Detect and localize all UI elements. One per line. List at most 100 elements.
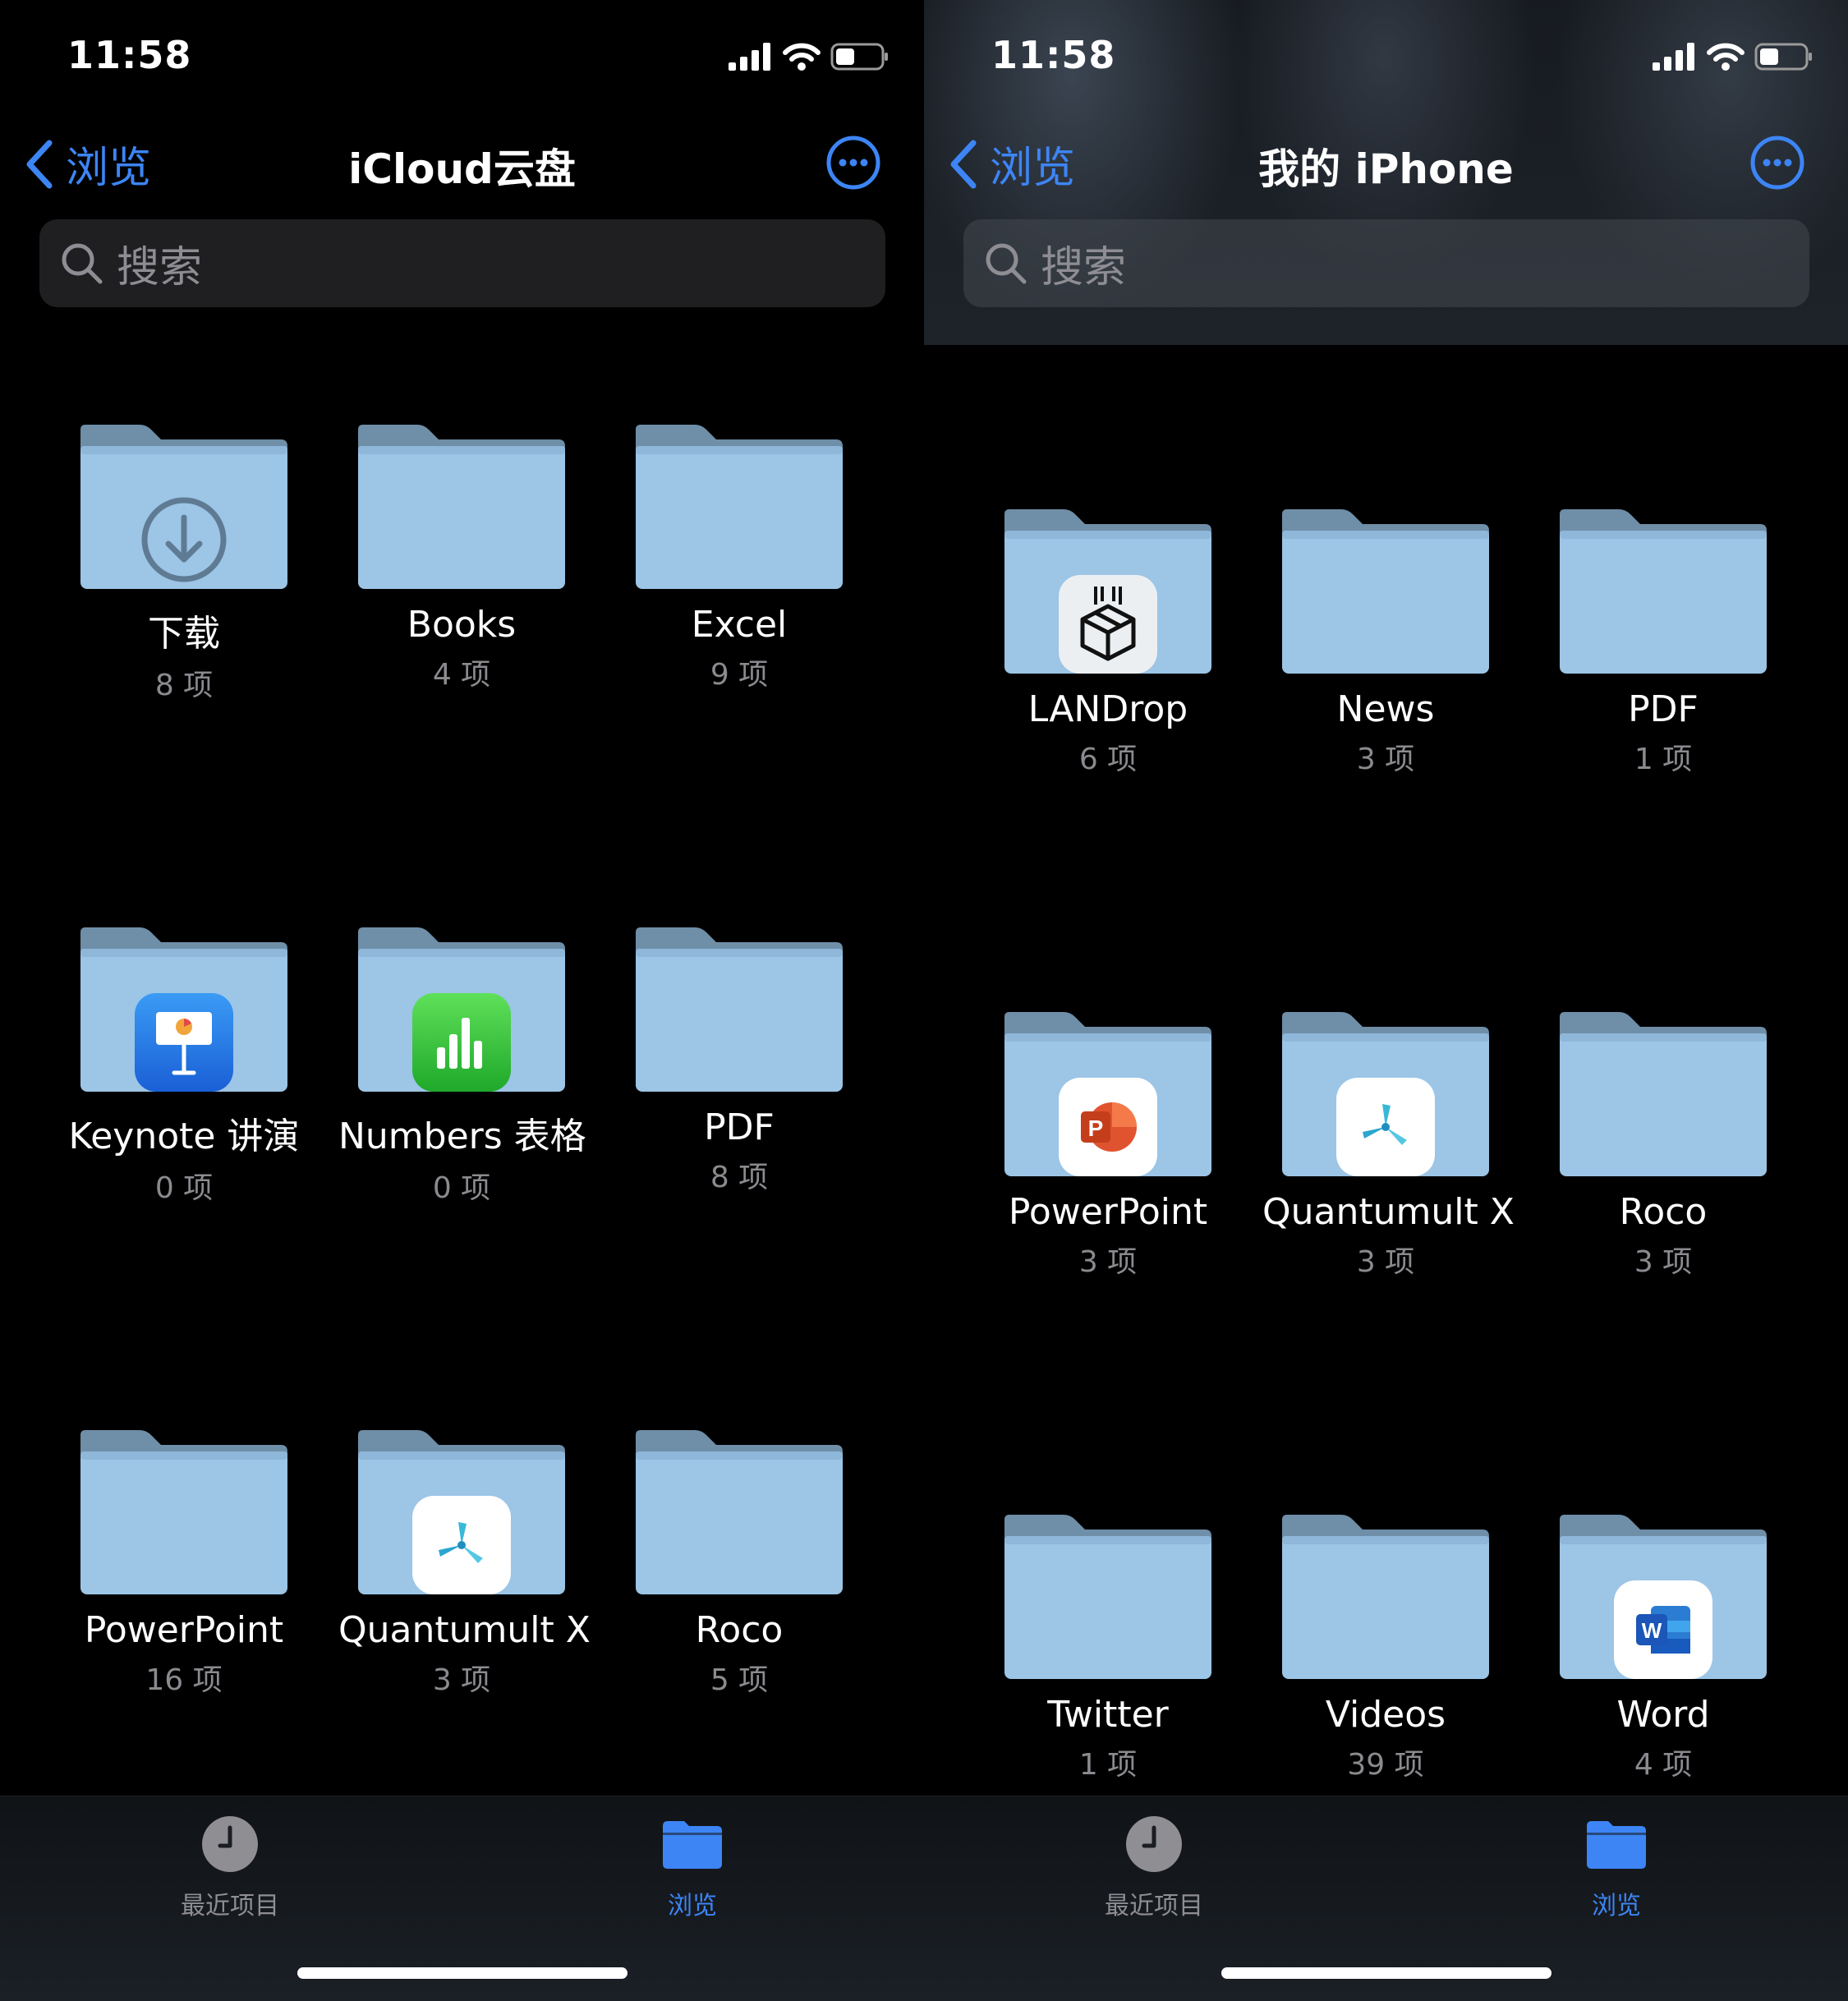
folder-tile[interactable]: PowerPoint 16 项 — [61, 1430, 307, 1699]
folder-item-count: 16 项 — [145, 1663, 223, 1697]
svg-text:W: W — [1642, 1618, 1662, 1643]
folder-tile[interactable]: Excel 9 项 — [616, 425, 862, 693]
folder-name: Videos — [1325, 1694, 1446, 1736]
folder-item-count: 0 项 — [154, 1171, 214, 1205]
folder-item-count: 39 项 — [1347, 1748, 1424, 1782]
folder-icon — [1560, 509, 1767, 674]
folder-tile[interactable]: PDF 1 项 — [1540, 509, 1786, 778]
folder-tile[interactable]: 下载 8 项 — [61, 425, 307, 704]
folder-tile[interactable]: Roco 3 项 — [1540, 1012, 1786, 1281]
folder-tile[interactable]: Videos 39 项 — [1262, 1515, 1509, 1783]
status-time: 11:58 — [991, 33, 1116, 77]
home-indicator — [297, 1967, 627, 1979]
folder-icon — [1004, 1515, 1211, 1679]
folder-icon — [1004, 509, 1211, 674]
page-title: 我的 iPhone — [1258, 145, 1514, 193]
folder-icon — [358, 425, 565, 589]
folder-item-count: 6 项 — [1078, 743, 1138, 776]
folder-tile[interactable]: Twitter 1 项 — [985, 1515, 1231, 1783]
folder-tile[interactable]: Quantumult X 3 项 — [338, 1430, 591, 1699]
download-arrow-icon — [135, 490, 233, 589]
tab-bar: 最近项目 浏览 — [0, 1796, 924, 2001]
folder-tile[interactable]: LANDrop 6 项 — [985, 509, 1231, 778]
tab-recents-label: 最近项目 — [1105, 1892, 1203, 1920]
folder-name: News — [1336, 688, 1435, 730]
folder-fill-icon — [663, 1821, 722, 1869]
quantumult-x-app-icon — [412, 1496, 511, 1594]
folder-tile[interactable]: Roco 5 项 — [616, 1430, 862, 1699]
status-time: 11:58 — [67, 33, 192, 77]
folder-item-count: 3 项 — [1078, 1245, 1138, 1279]
folder-icon — [358, 1430, 565, 1594]
icloud-drive-screen: 11:58 浏览 iCloud云盘 搜索 下载 8 项 Books 4 项 Ex… — [0, 0, 924, 2001]
tab-browse[interactable]: 浏览 — [594, 1815, 791, 1921]
folder-tile[interactable]: Quantumult X 3 项 — [1262, 1012, 1515, 1281]
wifi-icon — [783, 43, 821, 71]
folder-item-count: 3 项 — [1356, 743, 1415, 776]
folder-icon: W — [1560, 1515, 1767, 1679]
folder-item-count: 3 项 — [1356, 1245, 1415, 1279]
folder-item-count: 1 项 — [1634, 743, 1693, 776]
folder-name: PDF — [704, 1106, 775, 1148]
search-placeholder: 搜索 — [117, 243, 203, 292]
search-input[interactable]: 搜索 — [963, 219, 1809, 307]
cellular-signal-icon — [1653, 43, 1694, 71]
tab-browse-label: 浏览 — [668, 1892, 717, 1920]
tab-recents[interactable]: 最近项目 — [131, 1815, 329, 1921]
folder-name: PowerPoint — [1008, 1191, 1208, 1233]
folder-tile[interactable]: Keynote 讲演 0 项 — [61, 927, 307, 1207]
folder-name: Quantumult X — [1262, 1191, 1515, 1233]
folder-item-count: 8 项 — [710, 1161, 769, 1194]
folder-name: 下载 — [148, 613, 220, 655]
search-icon — [986, 243, 1027, 283]
folder-icon — [80, 425, 287, 589]
keynote-app-icon — [135, 993, 233, 1092]
numbers-app-icon — [412, 993, 511, 1092]
svg-text:P: P — [1088, 1116, 1104, 1141]
folder-item-count: 3 项 — [432, 1663, 491, 1697]
folder-name: PowerPoint — [84, 1609, 284, 1651]
folder-tile[interactable]: P PowerPoint 3 项 — [985, 1012, 1231, 1281]
folder-name: Roco — [695, 1609, 784, 1651]
folder-tile[interactable]: PDF 8 项 — [616, 927, 862, 1196]
battery-icon — [1754, 43, 1812, 71]
folder-item-count: 0 项 — [432, 1171, 491, 1205]
folder-item-count: 5 项 — [710, 1663, 769, 1697]
folder-icon — [1560, 1012, 1767, 1176]
powerpoint-app-icon: P — [1059, 1078, 1157, 1176]
landrop-app-icon — [1059, 575, 1157, 674]
folder-name: LANDrop — [1027, 688, 1188, 730]
wifi-icon — [1707, 43, 1745, 71]
tab-recents[interactable]: 最近项目 — [1055, 1815, 1253, 1921]
tab-bar: 最近项目 浏览 — [924, 1796, 1848, 2001]
folder-name: Twitter — [1047, 1694, 1169, 1736]
search-input[interactable]: 搜索 — [39, 219, 885, 307]
folder-name: Keynote 讲演 — [68, 1116, 300, 1157]
folder-icon — [80, 1430, 287, 1594]
more-options-button[interactable] — [1749, 135, 1805, 194]
tab-browse[interactable]: 浏览 — [1518, 1815, 1715, 1921]
tab-browse-label: 浏览 — [1592, 1892, 1641, 1920]
folder-tile[interactable]: Books 4 项 — [338, 425, 585, 693]
folder-tile[interactable]: News 3 项 — [1262, 509, 1509, 778]
folder-name: Word — [1616, 1694, 1710, 1736]
more-options-button[interactable] — [825, 135, 881, 194]
folder-name: Roco — [1619, 1191, 1708, 1233]
folder-icon — [636, 425, 843, 589]
page-title: iCloud云盘 — [348, 145, 576, 193]
folder-name: PDF — [1628, 688, 1699, 730]
clock-icon — [1126, 1816, 1182, 1872]
folder-icon — [80, 927, 287, 1092]
search-placeholder: 搜索 — [1041, 243, 1127, 292]
folder-icon — [636, 927, 843, 1092]
folder-item-count: 9 项 — [710, 658, 769, 692]
word-app-icon: W — [1614, 1580, 1712, 1679]
folder-item-count: 3 项 — [1634, 1245, 1693, 1279]
folder-tile[interactable]: W Word 4 项 — [1540, 1515, 1786, 1783]
folder-icon — [1282, 1515, 1489, 1679]
folder-icon — [1282, 1012, 1489, 1176]
folder-icon — [358, 927, 565, 1092]
folder-tile[interactable]: Numbers 表格 0 项 — [338, 927, 586, 1207]
folder-name: Quantumult X — [338, 1609, 591, 1651]
status-icons — [1653, 41, 1814, 72]
